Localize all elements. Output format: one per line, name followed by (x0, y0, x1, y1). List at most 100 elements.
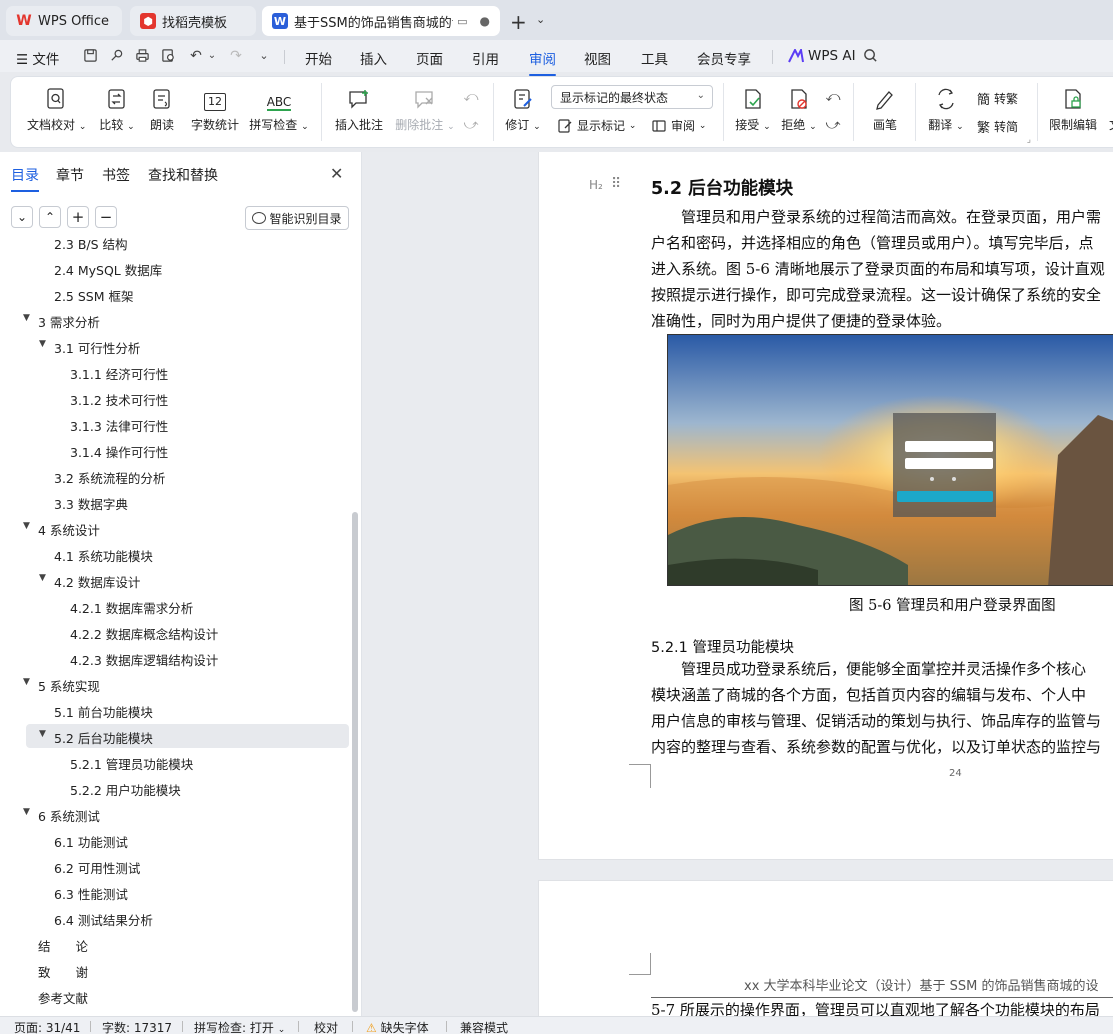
toc-item[interactable]: 6.2 可用性测试 (0, 854, 350, 878)
section-heading[interactable]: 5.2 后台功能模块 (651, 175, 793, 200)
menu-item-page[interactable]: 页面 (416, 48, 443, 68)
translate-button[interactable]: 翻译 ⌄ (925, 85, 967, 133)
toc-item[interactable]: 4.2.1 数据库需求分析 (0, 594, 350, 618)
print-icon[interactable] (134, 48, 150, 64)
toc-item[interactable]: 3.1.4 操作可行性 (0, 438, 350, 462)
expand-triangle-icon[interactable]: ▼ (39, 573, 46, 583)
toc-item[interactable]: ▼ 4 系统设计 (0, 516, 350, 540)
expand-triangle-icon[interactable]: ▼ (23, 807, 30, 817)
toc-scrollbar[interactable] (352, 512, 358, 1012)
undo-icon[interactable]: ↶ (188, 48, 204, 64)
menu-item-start[interactable]: 开始 (305, 48, 332, 68)
expand-up-button[interactable]: ⌃ (39, 206, 61, 228)
accept-button[interactable]: 接受 ⌄ (733, 85, 773, 133)
menu-item-references[interactable]: 引用 (472, 48, 499, 68)
expand-triangle-icon[interactable]: ▼ (23, 313, 30, 323)
previous-comment-icon[interactable]: ⤺ (463, 89, 479, 105)
toc-item[interactable]: 2.3 B/S 结构 (0, 236, 350, 254)
word-count-button[interactable]: 12 字数统计 (189, 85, 241, 133)
menu-item-view[interactable]: 视图 (584, 48, 611, 68)
toc-item[interactable]: 4.1 系统功能模块 (0, 542, 350, 566)
subsection-heading[interactable]: 5.2.1 管理员功能模块 (651, 636, 794, 657)
proofread-indicator[interactable]: 校对 (314, 1019, 338, 1034)
toc-item[interactable]: 5.2.2 用户功能模块 (0, 776, 350, 800)
remove-heading-button[interactable]: − (95, 206, 117, 228)
print-preview-icon[interactable] (160, 48, 176, 64)
chevron-down-icon[interactable]: ⌄ (536, 13, 545, 26)
document-area[interactable]: H₂ ⠿ 5.2 后台功能模块 管理员和用户登录系统的过程简洁而高效。在登录页面… (362, 152, 1113, 1016)
toc-item[interactable]: 2.5 SSM 框架 (0, 282, 350, 306)
monitor-icon[interactable]: ▭ (457, 15, 467, 28)
panel-tab-find-replace[interactable]: 查找和替换 (148, 165, 218, 185)
menu-item-tools[interactable]: 工具 (641, 48, 668, 68)
toc-item[interactable]: 6.1 功能测试 (0, 828, 350, 852)
drag-handle-icon[interactable]: ⠿ (611, 176, 621, 192)
compare-button[interactable]: 比较 ⌄ (97, 85, 137, 133)
toc-item[interactable]: 4.2.3 数据库逻辑结构设计 (0, 646, 350, 670)
expand-triangle-icon[interactable]: ▼ (39, 729, 46, 739)
to-simplified-button[interactable]: 繁 转简 (977, 117, 1018, 136)
running-header[interactable]: xx 大学本科毕业论文（设计）基于 SSM 的饰品销售商城的设 (744, 975, 1099, 994)
menu-item-insert[interactable]: 插入 (360, 48, 387, 68)
toc-item[interactable]: 5.1 前台功能模块 (0, 698, 350, 722)
toc-item[interactable]: 3.3 数据字典 (0, 490, 350, 514)
previous-change-icon[interactable]: ⤺ (825, 89, 841, 105)
page-indicator[interactable]: 页面: 31/41 (14, 1019, 80, 1034)
next-comment-icon[interactable]: ⤻ (463, 117, 479, 133)
tab-docer[interactable]: ⬢ 找稻壳模板 (130, 6, 256, 36)
paragraph-text[interactable]: 5-7 所展示的操作界面，管理员可以直观地了解各个功能模块的布局 (651, 999, 1100, 1016)
restrict-edit-button[interactable]: 限制编辑 (1047, 85, 1099, 133)
share-link-icon[interactable] (108, 48, 124, 64)
toc-item[interactable]: ▼ 6 系统测试 (0, 802, 350, 826)
login-screenshot-figure[interactable] (667, 334, 1113, 586)
toc-item[interactable]: 3.1.1 经济可行性 (0, 360, 350, 384)
spell-check-button[interactable]: ABC 拼写检查 ⌄ (249, 85, 309, 133)
toc-item[interactable]: 6.3 性能测试 (0, 880, 350, 904)
read-aloud-button[interactable]: 朗读 (147, 85, 177, 133)
figure-caption[interactable]: 图 5-6 管理员和用户登录界面图 (849, 594, 1056, 615)
toc-item[interactable]: 参考文献 (0, 984, 350, 1008)
toc-item[interactable]: ▼ 5 系统实现 (0, 672, 350, 696)
expand-triangle-icon[interactable]: ▼ (23, 677, 30, 687)
toc-item[interactable]: 4.2.2 数据库概念结构设计 (0, 620, 350, 644)
file-menu[interactable]: ☰ 文件 (16, 48, 59, 68)
track-changes-button[interactable]: 修订 ⌄ (503, 85, 543, 133)
toc-item[interactable]: 3.1.2 技术可行性 (0, 386, 350, 410)
ribbon-expand-icon[interactable]: ⌟ (1027, 135, 1031, 145)
display-mode-select[interactable]: 显示标记的最终状态 ⌄ (551, 85, 713, 109)
show-markup-button[interactable]: 显示标记 ⌄ (557, 117, 636, 134)
unsaved-dot-icon[interactable]: ● (480, 14, 490, 28)
toc-item[interactable]: 致 谢 (0, 958, 350, 982)
toc-item[interactable]: ▼ 3.1 可行性分析 (0, 334, 350, 358)
compat-mode-indicator[interactable]: 兼容模式 (460, 1019, 508, 1034)
more-ribbon-button[interactable]: 文 (1105, 85, 1113, 133)
toc-item[interactable]: 3.1.3 法律可行性 (0, 412, 350, 436)
toc-item[interactable]: 3.2 系统流程的分析 (0, 464, 350, 488)
doc-check-button[interactable]: 文档校对 ⌄ (27, 85, 86, 133)
toc-item[interactable]: ▼ 3 需求分析 (0, 308, 350, 332)
toc-item[interactable]: 结 论 (0, 932, 350, 956)
toc-item[interactable]: 6.4 测试结果分析 (0, 906, 350, 930)
expand-triangle-icon[interactable]: ▼ (23, 521, 30, 531)
close-icon[interactable]: ✕ (330, 164, 343, 183)
wps-ai-button[interactable]: WPS AI (788, 48, 856, 64)
smart-toc-button[interactable]: 智能识别目录 (245, 206, 349, 230)
document-page[interactable]: H₂ ⠿ 5.2 后台功能模块 管理员和用户登录系统的过程简洁而高效。在登录页面… (538, 152, 1113, 860)
search-icon[interactable] (862, 48, 878, 64)
delete-comment-button[interactable]: 删除批注 ⌄ (395, 85, 455, 133)
ink-button[interactable]: 画笔 (867, 85, 903, 133)
panel-tab-bookmarks[interactable]: 书签 (102, 165, 130, 185)
word-count-indicator[interactable]: 字数: 17317 (102, 1019, 172, 1034)
insert-comment-button[interactable]: 插入批注 (333, 85, 385, 133)
new-tab-plus-icon[interactable]: + (510, 10, 527, 34)
missing-font-indicator[interactable]: ⚠ 缺失字体 (366, 1019, 429, 1034)
tab-wps-office[interactable]: W WPS Office (6, 6, 122, 36)
redo-icon[interactable]: ↷ (228, 48, 244, 64)
to-traditional-button[interactable]: 簡 转繁 (977, 89, 1018, 108)
menu-item-member[interactable]: 会员专享 (697, 48, 751, 68)
review-pane-button[interactable]: 审阅 ⌄ (651, 117, 706, 134)
menu-item-review[interactable]: 审阅 (529, 48, 556, 76)
panel-tab-toc[interactable]: 目录 (11, 165, 39, 192)
add-heading-button[interactable]: + (67, 206, 89, 228)
spell-check-indicator[interactable]: 拼写检查: 打开 ⌄ (194, 1019, 285, 1034)
